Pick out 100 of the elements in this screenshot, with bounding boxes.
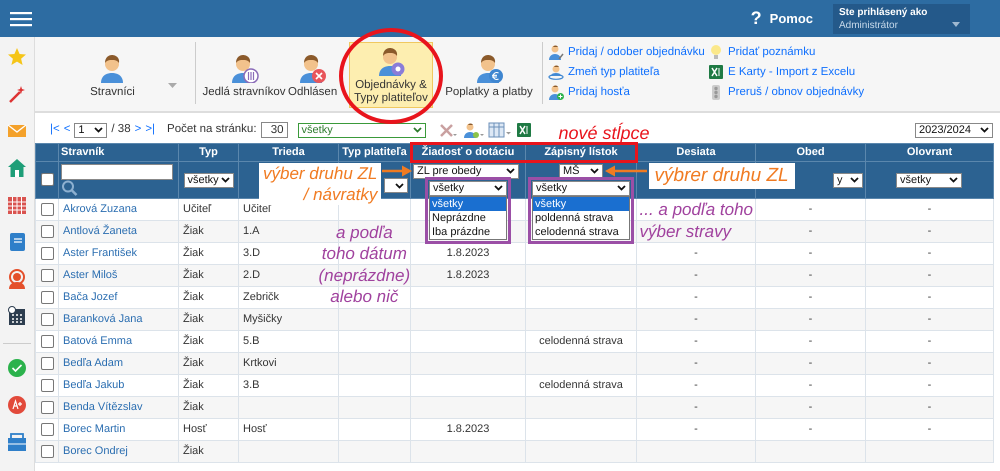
row-checkbox[interactable]	[40, 378, 54, 392]
year-select[interactable]: 2023/2024	[915, 122, 993, 138]
ribbon-button[interactable]: Odhlásen	[287, 42, 337, 108]
next-page-link[interactable]: >	[134, 121, 142, 139]
chevron-icon	[494, 185, 503, 191]
dropdown-option[interactable]: Neprázdne	[430, 210, 506, 224]
search-field[interactable]	[61, 164, 173, 180]
per-page-label: Počet na stránku:	[167, 122, 257, 138]
request-kind-filter[interactable]: ZL pre obedy	[413, 164, 519, 178]
table-cell: -	[694, 291, 698, 304]
calendar-icon[interactable]	[7, 195, 27, 215]
user-edit-icon	[548, 44, 564, 60]
ribbon-action-link[interactable]: Pridať poznámku	[728, 44, 816, 60]
dropdown-option[interactable]: všetky	[533, 196, 629, 210]
ribbon-button[interactable]: Stravníci	[35, 42, 190, 108]
annotation-text: a podľa toho dátum (neprázdne) alebo nič	[318, 222, 410, 308]
dropdown-option[interactable]: všetky	[430, 196, 506, 210]
table-cell: -	[694, 357, 698, 370]
house-icon[interactable]	[7, 158, 27, 178]
user-menu[interactable]: Ste prihlásený ako Administrátor	[833, 4, 970, 34]
table-cell: -	[928, 379, 932, 392]
help-icon[interactable]: ?	[750, 5, 762, 32]
column-header[interactable]: Typ	[178, 144, 238, 161]
column-header[interactable]: Stravník	[58, 144, 178, 161]
row-checkbox[interactable]	[40, 224, 54, 238]
magic-wand-icon[interactable]	[7, 84, 27, 104]
ribbon-action-link[interactable]: Pridaj hosťa	[568, 84, 630, 100]
menu-icon[interactable]	[10, 10, 32, 26]
row-checkbox[interactable]	[40, 356, 54, 370]
star-icon[interactable]	[7, 47, 27, 67]
table-cell: -	[808, 401, 812, 414]
enrollment-kind-filter[interactable]: MŠ	[559, 164, 603, 178]
row-checkbox[interactable]	[40, 290, 54, 304]
ribbon-action-link[interactable]: Pridaj / odober objednávku	[568, 44, 705, 60]
lightbulb-icon	[708, 44, 724, 60]
lunch-filter[interactable]: y	[833, 172, 863, 188]
row-checkbox[interactable]	[40, 334, 54, 348]
row-checkbox[interactable]	[40, 202, 54, 216]
annotation-text: ... a podľa toho výber stravy	[640, 198, 753, 242]
caret-icon[interactable]	[952, 22, 960, 26]
row-checkbox[interactable]	[40, 268, 54, 282]
column-header[interactable]: Olovrant	[866, 144, 994, 161]
per-page-field[interactable]: 30	[260, 122, 288, 138]
last-page-link[interactable]: >|	[145, 121, 156, 139]
columns-icon[interactable]	[488, 122, 512, 138]
chevron-icon	[850, 177, 859, 183]
table-cell: -	[928, 357, 932, 370]
table-cell: Žiak	[183, 269, 204, 282]
ribbon-button[interactable]: Jedlá stravníkov	[201, 42, 287, 108]
tools-icon[interactable]	[438, 122, 458, 138]
excel-icon[interactable]	[516, 122, 532, 138]
table-cell: Hosť	[183, 423, 207, 436]
enrollment-meal-filter[interactable]: všetky	[532, 180, 630, 196]
notebook-icon[interactable]	[7, 232, 27, 252]
afternoon-snack-filter[interactable]: všetky	[896, 172, 962, 188]
annotation-text: výbrer druhu ZL	[648, 163, 795, 189]
user-badge-icon	[229, 52, 259, 82]
ribbon-action-link[interactable]: Preruš / obnov objednávky	[728, 84, 864, 100]
help-link[interactable]: Pomoc	[770, 8, 813, 28]
table-cell: -	[808, 313, 812, 326]
table-cell: -	[928, 291, 932, 304]
table-cell: Žiak	[183, 379, 204, 392]
column-header[interactable]: Obed	[756, 144, 866, 161]
dropdown-option[interactable]: poldenná strava	[533, 210, 629, 224]
first-page-link[interactable]: |<	[50, 121, 60, 139]
type-filter[interactable]: všetky	[184, 172, 234, 188]
column-header[interactable]: Desiata	[636, 144, 756, 161]
grade-icon[interactable]	[7, 395, 27, 415]
ribbon-button[interactable]: Poplatky a platby	[441, 42, 537, 108]
table-cell: -	[694, 313, 698, 326]
ribbon-action-link[interactable]: Zmeň typ platiteľa	[568, 64, 660, 80]
page-select[interactable]: 1	[74, 122, 108, 138]
table-cell: celodenná strava	[539, 379, 623, 392]
row-checkbox[interactable]	[40, 312, 54, 326]
ribbon-button[interactable]: Objednávky & Typy platiteľov	[349, 42, 433, 108]
table-cell: celodenná strava	[539, 335, 623, 348]
column-header[interactable]: Trieda	[238, 144, 338, 161]
table-cell: -	[808, 357, 812, 370]
table-cell: 2.D	[243, 269, 260, 282]
table-cell: Žiak	[183, 445, 204, 458]
search-icon[interactable]	[61, 180, 79, 196]
row-checkbox[interactable]	[40, 246, 54, 260]
request-state-filter[interactable]: všetky	[429, 180, 507, 196]
previous-page-link[interactable]: <	[64, 121, 70, 139]
user-settings-icon[interactable]	[462, 122, 484, 138]
row-checkbox[interactable]	[40, 400, 54, 414]
row-checkbox[interactable]	[40, 422, 54, 436]
user-swap-icon	[548, 64, 564, 80]
ribbon-action-link[interactable]: E Karty - Import z Excelu	[728, 64, 856, 80]
support-person-icon[interactable]	[7, 269, 27, 289]
calculator-icon[interactable]	[7, 306, 27, 326]
payer-filter[interactable]	[384, 178, 408, 193]
annotation-text: výber druhu ZL / návratky	[259, 163, 382, 205]
check-icon[interactable]	[7, 358, 27, 378]
briefcase-icon[interactable]	[7, 432, 27, 452]
column-header[interactable]: Typ platiteľa	[338, 144, 410, 161]
table-cell: 3.D	[243, 247, 260, 260]
filter-select[interactable]: všetky	[298, 122, 426, 138]
select-all-checkbox[interactable]	[40, 173, 54, 186]
row-checkbox[interactable]	[40, 444, 54, 458]
